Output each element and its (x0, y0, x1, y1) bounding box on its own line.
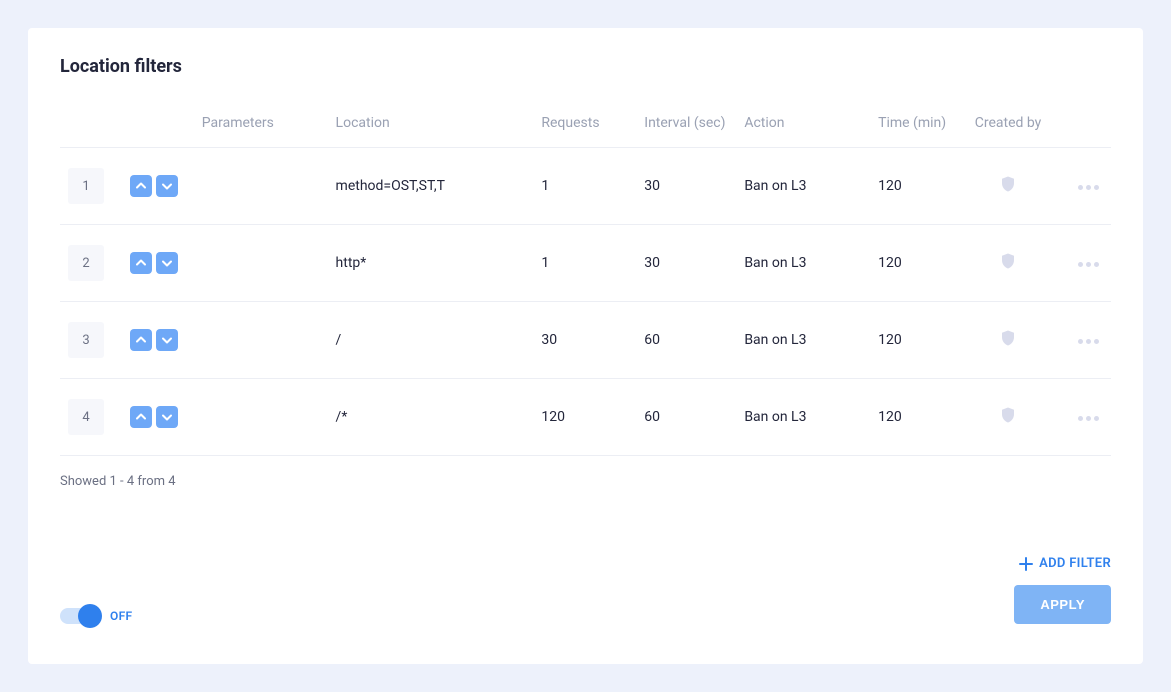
row-index: 3 (68, 322, 104, 358)
cell-time: 120 (870, 225, 956, 302)
chevron-down-icon (162, 412, 172, 422)
enable-toggle[interactable] (60, 608, 100, 624)
chevron-down-icon (162, 181, 172, 191)
cell-location: method=OST,ST,T (328, 148, 534, 225)
col-parameters: Parameters (194, 105, 328, 148)
reorder-controls (130, 406, 186, 428)
row-index: 1 (68, 168, 104, 204)
chevron-down-icon (162, 335, 172, 345)
reorder-controls (130, 175, 186, 197)
move-up-button[interactable] (130, 406, 152, 428)
filters-table: Parameters Location Requests Interval (s… (60, 105, 1111, 456)
cell-interval: 30 (636, 225, 736, 302)
reorder-controls (130, 329, 186, 351)
cell-action: Ban on L3 (736, 225, 870, 302)
results-count: Showed 1 - 4 from 4 (60, 474, 1111, 489)
move-down-button[interactable] (156, 252, 178, 274)
add-filter-label: ADD FILTER (1039, 556, 1111, 571)
move-up-button[interactable] (130, 252, 152, 274)
cell-interval: 60 (636, 302, 736, 379)
cell-time: 120 (870, 302, 956, 379)
col-requests: Requests (533, 105, 636, 148)
cell-requests: 1 (533, 225, 636, 302)
col-location: Location (328, 105, 534, 148)
row-menu-button[interactable] (1074, 335, 1103, 348)
row-index: 2 (68, 245, 104, 281)
cell-parameters (194, 225, 328, 302)
cell-action: Ban on L3 (736, 148, 870, 225)
add-filter-button[interactable]: ADD FILTER (1019, 556, 1111, 571)
move-down-button[interactable] (156, 406, 178, 428)
chevron-up-icon (136, 412, 146, 422)
toggle-label: OFF (110, 609, 132, 623)
cell-time: 120 (870, 379, 956, 456)
table-row: 3 / 30 60 Ban on L3 120 (60, 302, 1111, 379)
cell-parameters (194, 302, 328, 379)
reorder-controls (130, 252, 186, 274)
shield-icon (999, 175, 1017, 193)
table-row: 2 http* 1 30 Ban on L3 120 (60, 225, 1111, 302)
col-reorder (122, 105, 194, 148)
chevron-down-icon (162, 258, 172, 268)
bottom-controls: OFF ADD FILTER APPLY (60, 496, 1111, 624)
row-menu-button[interactable] (1074, 258, 1103, 271)
col-index (60, 105, 122, 148)
cell-interval: 30 (636, 148, 736, 225)
col-menu (1059, 105, 1111, 148)
chevron-up-icon (136, 258, 146, 268)
page-title: Location filters (60, 56, 1111, 77)
cell-action: Ban on L3 (736, 302, 870, 379)
col-interval: Interval (sec) (636, 105, 736, 148)
toggle-wrap: OFF (60, 608, 132, 624)
cell-location: / (328, 302, 534, 379)
shield-icon (999, 252, 1017, 270)
cell-location: /* (328, 379, 534, 456)
apply-button[interactable]: APPLY (1014, 585, 1111, 624)
shield-icon (999, 406, 1017, 424)
plus-icon (1019, 557, 1033, 571)
chevron-up-icon (136, 335, 146, 345)
row-menu-button[interactable] (1074, 412, 1103, 425)
row-menu-button[interactable] (1074, 181, 1103, 194)
cell-requests: 120 (533, 379, 636, 456)
cell-requests: 30 (533, 302, 636, 379)
location-filters-card: Location filters Parameters Location Req… (28, 28, 1143, 664)
col-action: Action (736, 105, 870, 148)
toggle-knob (78, 604, 102, 628)
cell-action: Ban on L3 (736, 379, 870, 456)
row-index: 4 (68, 399, 104, 435)
chevron-up-icon (136, 181, 146, 191)
cell-parameters (194, 379, 328, 456)
cell-parameters (194, 148, 328, 225)
right-actions: ADD FILTER APPLY (1014, 556, 1111, 624)
cell-location: http* (328, 225, 534, 302)
cell-requests: 1 (533, 148, 636, 225)
col-time: Time (min) (870, 105, 956, 148)
table-row: 1 method=OST,ST,T 1 30 Ban on L3 120 (60, 148, 1111, 225)
cell-time: 120 (870, 148, 956, 225)
col-created-by: Created by (957, 105, 1060, 148)
move-up-button[interactable] (130, 329, 152, 351)
cell-interval: 60 (636, 379, 736, 456)
table-row: 4 /* 120 60 Ban on L3 120 (60, 379, 1111, 456)
move-up-button[interactable] (130, 175, 152, 197)
shield-icon (999, 329, 1017, 347)
move-down-button[interactable] (156, 175, 178, 197)
move-down-button[interactable] (156, 329, 178, 351)
